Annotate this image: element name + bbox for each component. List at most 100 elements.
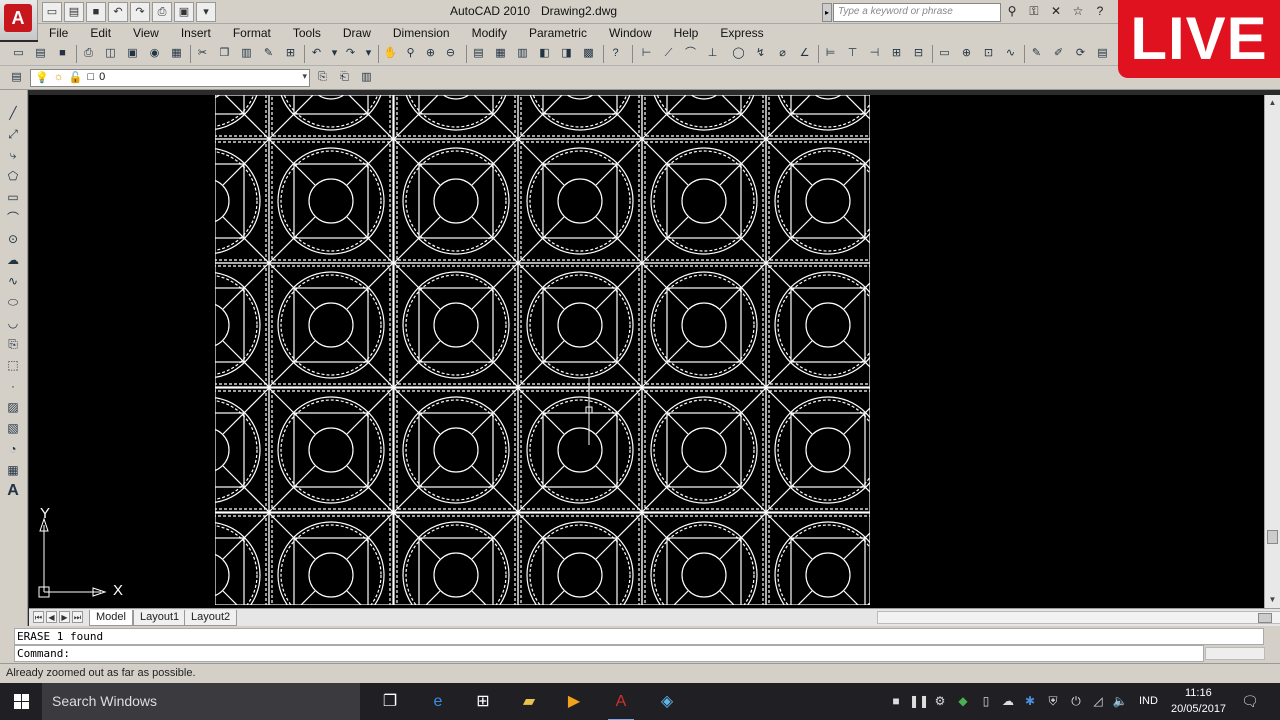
ellipse-icon[interactable]: ⬭ — [4, 293, 22, 311]
print-icon[interactable]: ⎙ — [152, 2, 172, 22]
pause-record-icon[interactable]: ❚❚ — [909, 693, 929, 709]
next-tab-icon[interactable]: ▶ — [59, 611, 70, 623]
hatch-icon[interactable]: ▨ — [4, 398, 22, 416]
network-icon[interactable]: ◿ — [1090, 693, 1106, 709]
layer-properties-icon[interactable]: ▤ — [8, 69, 25, 86]
dim-break-icon[interactable]: ⊟ — [910, 45, 927, 62]
menu-edit[interactable]: Edit — [79, 24, 122, 42]
horizontal-scrollbar[interactable] — [877, 611, 1280, 624]
sheet-set-icon[interactable]: ◧ — [536, 45, 553, 62]
recorder-app-icon[interactable]: ◈ — [654, 689, 680, 715]
publish-icon[interactable]: ▣ — [174, 2, 194, 22]
communication-center-icon[interactable]: ✕ — [1048, 3, 1064, 19]
tool-palettes-icon[interactable]: ▥ — [514, 45, 531, 62]
menu-help[interactable]: Help — [663, 24, 710, 42]
clock-time[interactable]: 11:16 — [1185, 687, 1212, 699]
plot-icon[interactable]: ⎙ — [80, 45, 97, 62]
subscription-key-icon[interactable]: ⚿ — [1026, 3, 1042, 19]
linear-dim-icon[interactable]: ⊢ — [638, 45, 655, 62]
qat-dropdown-icon[interactable]: ▾ — [196, 2, 216, 22]
dim-text-edit-icon[interactable]: ✐ — [1050, 45, 1067, 62]
quickcalc-icon[interactable]: ▩ — [580, 45, 597, 62]
construction-line-icon[interactable]: ⤢ — [4, 125, 22, 143]
gradient-icon[interactable]: ▧ — [4, 419, 22, 437]
tab-layout2[interactable]: Layout2 — [184, 610, 238, 626]
qnew-icon[interactable]: ▭ — [10, 45, 27, 62]
command-input[interactable]: Command: — [14, 645, 1204, 662]
cloud-icon[interactable]: ☁ — [1000, 693, 1016, 709]
favorites-star-icon[interactable]: ☆ — [1070, 3, 1086, 19]
tolerance-icon[interactable]: ▭ — [936, 45, 953, 62]
ordinate-dim-icon[interactable]: ⊥ — [704, 45, 721, 62]
undo-toolbar-icon[interactable]: ↶ — [308, 45, 325, 62]
tray-app-icon[interactable]: ◆ — [955, 693, 971, 709]
undo-dropdown-icon[interactable]: ▾ — [326, 45, 343, 62]
region-icon[interactable]: ◔ — [4, 440, 22, 458]
autocad-taskbar-icon[interactable]: A — [608, 689, 634, 720]
prev-tab-icon[interactable]: ◀ — [46, 611, 57, 623]
redo-dropdown-icon[interactable]: ▾ — [360, 45, 377, 62]
make-block-icon[interactable]: ⬚ — [4, 356, 22, 374]
paste-icon[interactable]: ▥ — [238, 45, 255, 62]
usb-icon[interactable]: ▯ — [978, 693, 994, 709]
center-mark-icon[interactable]: ⊕ — [958, 45, 975, 62]
layer-dropdown[interactable]: 💡 ☼ 🔓 □ 0 ▾ — [30, 69, 310, 87]
point-icon[interactable]: · — [4, 377, 22, 395]
pan-icon[interactable]: ✋ — [382, 45, 399, 62]
vertical-scroll-thumb[interactable] — [1267, 530, 1278, 544]
properties-icon[interactable]: ▤ — [470, 45, 487, 62]
quick-dim-icon[interactable]: ⊨ — [822, 45, 839, 62]
save-icon[interactable]: ■ — [86, 2, 106, 22]
make-current-layer-icon[interactable]: ⎘ — [314, 69, 331, 86]
open-file-icon[interactable]: ▤ — [32, 45, 49, 62]
application-menu-button[interactable]: A — [0, 0, 38, 40]
jogged-linear-icon[interactable]: ∿ — [1002, 45, 1019, 62]
revision-cloud-icon[interactable]: ☁ — [4, 251, 22, 269]
layer-previous-icon[interactable]: ⎗ — [336, 69, 353, 86]
save-file-icon[interactable]: ■ — [54, 45, 71, 62]
menu-file[interactable]: File — [38, 24, 79, 42]
last-tab-icon[interactable]: ⏭ — [72, 611, 83, 623]
polygon-icon[interactable]: ⬠ — [4, 167, 22, 185]
binoculars-icon[interactable]: ⚲ — [1004, 3, 1020, 19]
radius-dim-icon[interactable]: ◯ — [730, 45, 747, 62]
angular-dim-icon[interactable]: ∠ — [796, 45, 813, 62]
line-icon[interactable]: ╱ — [4, 104, 22, 122]
store-icon[interactable]: ⊞ — [470, 689, 496, 715]
menu-dimension[interactable]: Dimension — [382, 24, 461, 42]
zoom-window-icon[interactable]: ⊕ — [422, 45, 439, 62]
command-scrollbar[interactable] — [1205, 647, 1265, 660]
stop-record-icon[interactable]: ■ — [888, 693, 904, 709]
menu-insert[interactable]: Insert — [170, 24, 222, 42]
menu-tools[interactable]: Tools — [282, 24, 332, 42]
search-expand-icon[interactable]: ▸ — [822, 3, 832, 22]
jogged-dim-icon[interactable]: ↯ — [752, 45, 769, 62]
start-button[interactable] — [0, 683, 42, 720]
3d-dwf-icon[interactable]: ◉ — [146, 45, 163, 62]
dim-space-icon[interactable]: ⊞ — [888, 45, 905, 62]
plot-preview-icon[interactable]: ◫ — [102, 45, 119, 62]
arc-length-icon[interactable]: ⌒ — [682, 45, 699, 62]
rectangle-icon[interactable]: ▭ — [4, 188, 22, 206]
etransmit-icon[interactable]: ▦ — [168, 45, 185, 62]
zoom-previous-icon[interactable]: ⊖ — [442, 45, 459, 62]
cut-icon[interactable]: ✂ — [194, 45, 211, 62]
zoom-realtime-icon[interactable]: ⚲ — [402, 45, 419, 62]
power-icon[interactable]: ⏻ — [1068, 693, 1084, 709]
taskbar-search[interactable]: Search Windows — [42, 683, 360, 720]
media-player-icon[interactable]: ▶ — [561, 689, 587, 715]
ellipse-arc-icon[interactable]: ◡ — [4, 314, 22, 332]
security-shield-icon[interactable]: ⛨ — [1045, 693, 1061, 709]
diameter-dim-icon[interactable]: ⌀ — [774, 45, 791, 62]
dim-style-icon[interactable]: ▤ — [1094, 45, 1111, 62]
open-icon[interactable]: ▤ — [64, 2, 84, 22]
undo-icon[interactable]: ↶ — [108, 2, 128, 22]
block-editor-icon[interactable]: ⊞ — [282, 45, 299, 62]
multiline-text-icon[interactable]: A — [4, 482, 22, 500]
horizontal-scroll-thumb[interactable] — [1258, 613, 1272, 623]
action-center-icon[interactable]: 🗨 — [1241, 693, 1259, 709]
redo-toolbar-icon[interactable]: ↷ — [342, 45, 359, 62]
menu-parametric[interactable]: Parametric — [518, 24, 598, 42]
new-icon[interactable]: ▭ — [42, 2, 62, 22]
help-toolbar-icon[interactable]: ? — [607, 45, 624, 62]
